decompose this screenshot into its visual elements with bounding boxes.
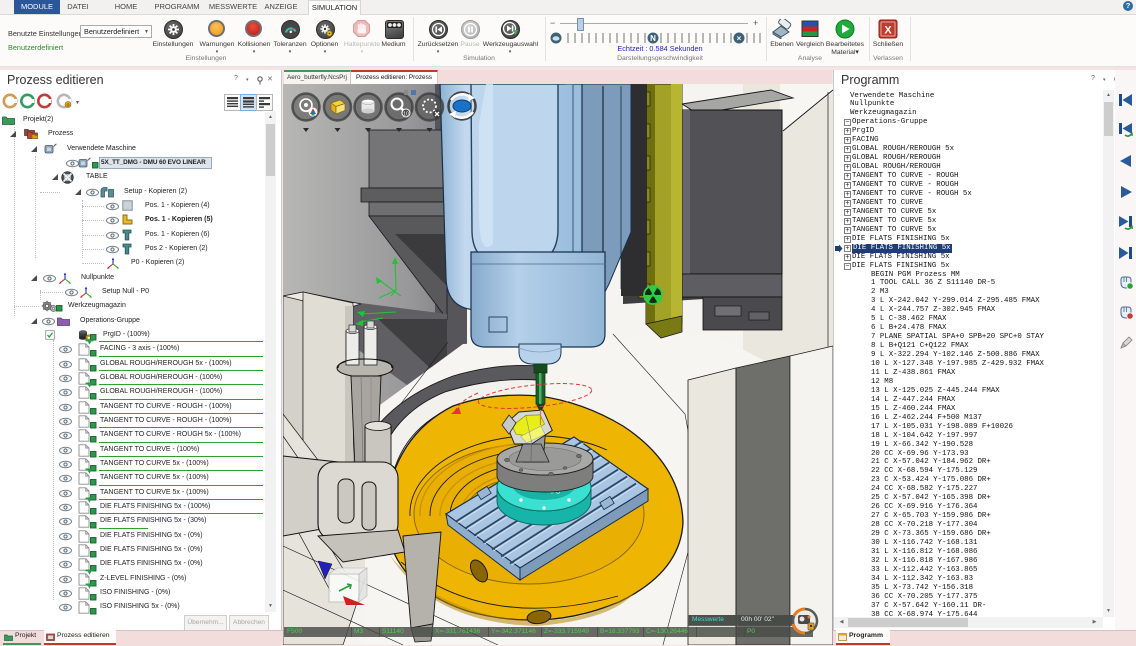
svg-text:N: N	[650, 34, 656, 43]
svg-text:×: ×	[737, 34, 742, 43]
svg-text:X: X	[884, 25, 892, 37]
svg-text:10: 10	[403, 112, 409, 118]
